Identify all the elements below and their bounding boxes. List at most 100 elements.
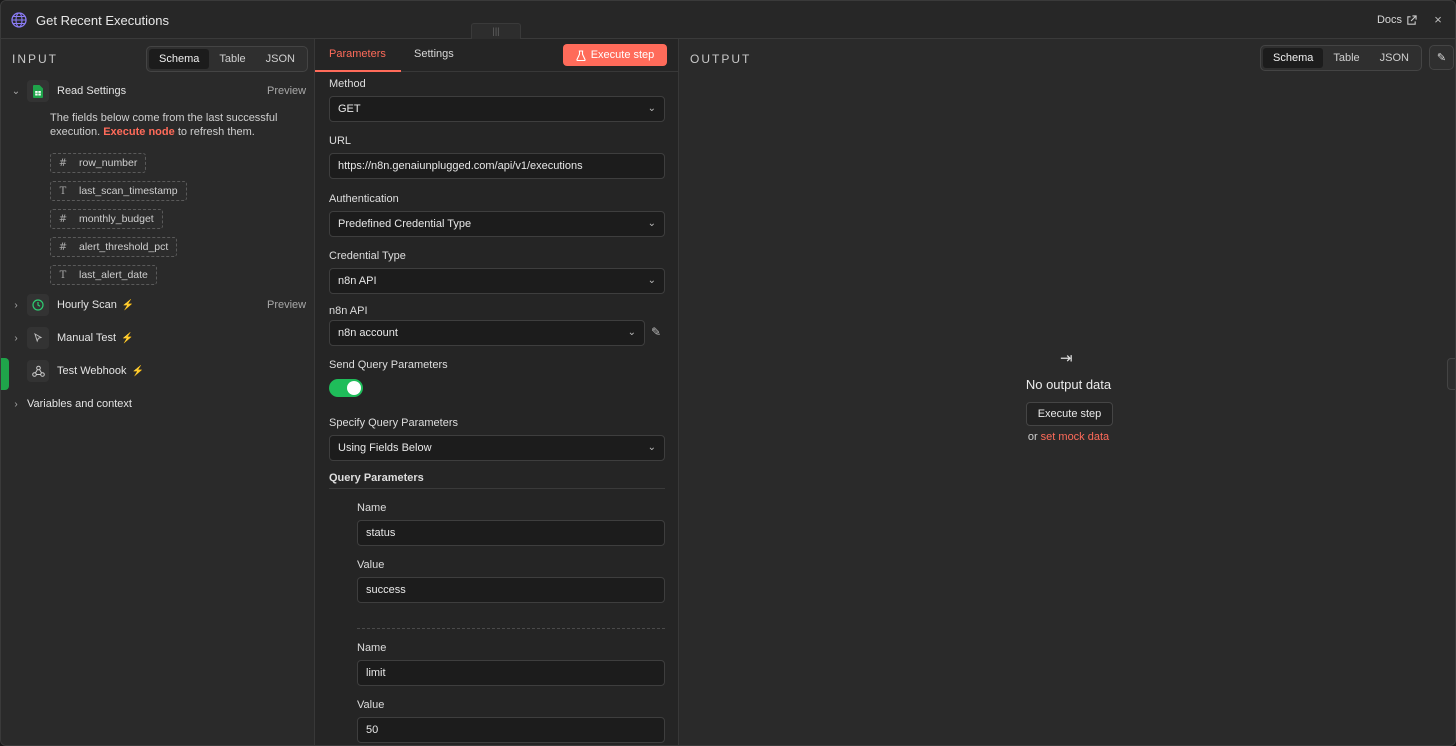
tab-settings[interactable]: Settings <box>414 48 454 60</box>
specify-query-value: Using Fields Below <box>338 442 432 454</box>
parameters-panel: Parameters Settings Execute step Method … <box>314 39 679 745</box>
tree-node-manual-test[interactable]: › Manual Test ⚡ <box>11 327 134 349</box>
node-details-modal: Get Recent Executions Docs × ||| INPUT S… <box>0 0 1456 746</box>
section-divider <box>329 488 665 489</box>
authentication-select[interactable]: Predefined Credential Type ⌄ <box>329 211 665 237</box>
authentication-value: Predefined Credential Type <box>338 218 472 230</box>
edit-credential-pencil-icon[interactable]: ✎ <box>651 325 661 339</box>
read-settings-label: Read Settings <box>57 85 127 97</box>
specify-query-select[interactable]: Using Fields Below ⌄ <box>329 435 665 461</box>
number-type-icon: # <box>58 241 68 253</box>
edit-output-button[interactable]: ✎ <box>1429 45 1454 70</box>
method-select[interactable]: GET ⌄ <box>329 96 665 122</box>
field-name: last_scan_timestamp <box>79 185 178 197</box>
input-view-json[interactable]: JSON <box>256 49 305 69</box>
query-param-name-value: limit <box>366 667 386 679</box>
url-label: URL <box>329 135 352 147</box>
chevron-down-icon: ⌄ <box>647 218 656 229</box>
output-view-switcher: Schema Table JSON <box>1260 45 1422 71</box>
query-param-value-label: Value <box>357 559 385 571</box>
field-name: monthly_budget <box>79 213 154 225</box>
schema-description: The fields below come from the last succ… <box>50 111 300 139</box>
specify-query-label: Specify Query Parameters <box>329 417 458 429</box>
output-view-table[interactable]: Table <box>1323 48 1369 68</box>
hourly-scan-label: Hourly Scan <box>57 299 117 311</box>
tree-node-read-settings[interactable]: ⌄ Read Settings <box>11 80 126 102</box>
credential-type-value: n8n API <box>338 275 377 287</box>
chevron-right-icon[interactable]: › <box>11 399 21 410</box>
field-name: row_number <box>79 157 138 169</box>
globe-icon <box>11 12 27 28</box>
number-type-icon: # <box>58 213 68 225</box>
chevron-right-icon[interactable]: › <box>11 300 21 311</box>
output-view-schema[interactable]: Schema <box>1263 48 1324 68</box>
drag-handle[interactable]: ||| <box>471 23 521 39</box>
schema-field-last_scan_timestamp[interactable]: T last_scan_timestamp <box>50 181 187 201</box>
mock-data-hint: or set mock data <box>680 431 1455 443</box>
schema-field-row_number[interactable]: # row_number <box>50 153 147 173</box>
modal-title: Get Recent Executions <box>36 13 169 28</box>
query-param-value: 50 <box>366 724 379 736</box>
query-param-name-value: status <box>366 527 396 539</box>
input-node-side-tab[interactable] <box>1 358 9 390</box>
query-param-value-input[interactable]: 50 <box>357 717 665 743</box>
query-param-value-input[interactable]: success <box>357 577 665 603</box>
execute-node-link[interactable]: Execute node <box>103 126 175 138</box>
read-settings-preview-link[interactable]: Preview <box>267 85 306 97</box>
query-param-name-label: Name <box>357 502 387 514</box>
text-type-icon: T <box>59 185 67 197</box>
trigger-bolt-icon: ⚡ <box>121 299 135 311</box>
schema-field-alert_threshold_pct[interactable]: # alert_threshold_pct <box>50 237 178 257</box>
output-execute-step-button[interactable]: Execute step <box>1026 402 1113 426</box>
description-suffix: to refresh them. <box>177 126 255 138</box>
output-view-json[interactable]: JSON <box>1370 48 1419 68</box>
send-query-toggle[interactable] <box>329 379 363 397</box>
output-node-side-tab[interactable] <box>1447 358 1455 390</box>
flask-icon <box>576 49 586 61</box>
set-mock-data-link[interactable]: set mock data <box>1041 431 1109 443</box>
text-type-icon: T <box>59 269 67 281</box>
input-view-switcher: Schema Table JSON <box>146 46 308 72</box>
credential-type-select[interactable]: n8n API ⌄ <box>329 268 665 294</box>
parameter-tabs: Parameters Settings Execute step <box>315 39 678 72</box>
query-param-name-input[interactable]: limit <box>357 660 665 686</box>
output-panel-label: OUTPUT <box>690 52 752 66</box>
url-input[interactable]: https://n8n.genaiunplugged.com/api/v1/ex… <box>329 153 665 179</box>
method-value: GET <box>338 103 361 115</box>
n8n-api-label: n8n API <box>329 305 368 317</box>
webhook-icon <box>27 360 49 382</box>
query-param-separator <box>357 628 665 629</box>
credential-type-label: Credential Type <box>329 250 406 262</box>
query-param-name-input[interactable]: status <box>357 520 665 546</box>
docs-label: Docs <box>1376 14 1402 26</box>
query-param-name-label: Name <box>357 642 387 654</box>
variables-label: Variables and context <box>27 398 132 410</box>
hourly-scan-preview-link[interactable]: Preview <box>267 299 306 311</box>
no-output-title: No output data <box>1025 377 1112 392</box>
tab-parameters[interactable]: Parameters <box>329 48 386 60</box>
cursor-click-icon <box>27 327 49 349</box>
chevron-right-icon[interactable]: › <box>11 333 21 344</box>
query-param-value-label: Value <box>357 699 385 711</box>
active-tab-underline <box>315 70 401 72</box>
chevron-down-icon[interactable]: ⌄ <box>11 86 21 97</box>
schema-field-monthly_budget[interactable]: # monthly_budget <box>50 209 163 229</box>
docs-link[interactable]: Docs <box>1377 14 1417 26</box>
input-panel: INPUT Schema Table JSON ⌄ Read Settings … <box>1 39 314 745</box>
schema-field-last_alert_date[interactable]: T last_alert_date <box>50 265 157 285</box>
chevron-down-icon: ⌄ <box>647 442 656 453</box>
close-icon[interactable]: × <box>1431 12 1445 27</box>
toggle-knob <box>347 381 361 395</box>
tree-node-test-webhook[interactable]: › Test Webhook ⚡ <box>11 360 144 382</box>
input-view-schema[interactable]: Schema <box>149 49 210 69</box>
execute-step-button[interactable]: Execute step <box>563 44 667 66</box>
external-link-icon <box>1407 14 1417 25</box>
clock-icon <box>27 294 49 316</box>
field-name: alert_threshold_pct <box>79 241 169 253</box>
tree-node-variables[interactable]: › Variables and context <box>11 398 132 410</box>
or-text: or <box>1027 431 1038 443</box>
input-view-table[interactable]: Table <box>209 49 255 69</box>
arrow-right-to-line-icon: ⇥ <box>1060 350 1073 367</box>
n8n-api-credential-select[interactable]: n8n account ⌄ <box>329 320 645 346</box>
tree-node-hourly-scan[interactable]: › Hourly Scan ⚡ <box>11 294 134 316</box>
